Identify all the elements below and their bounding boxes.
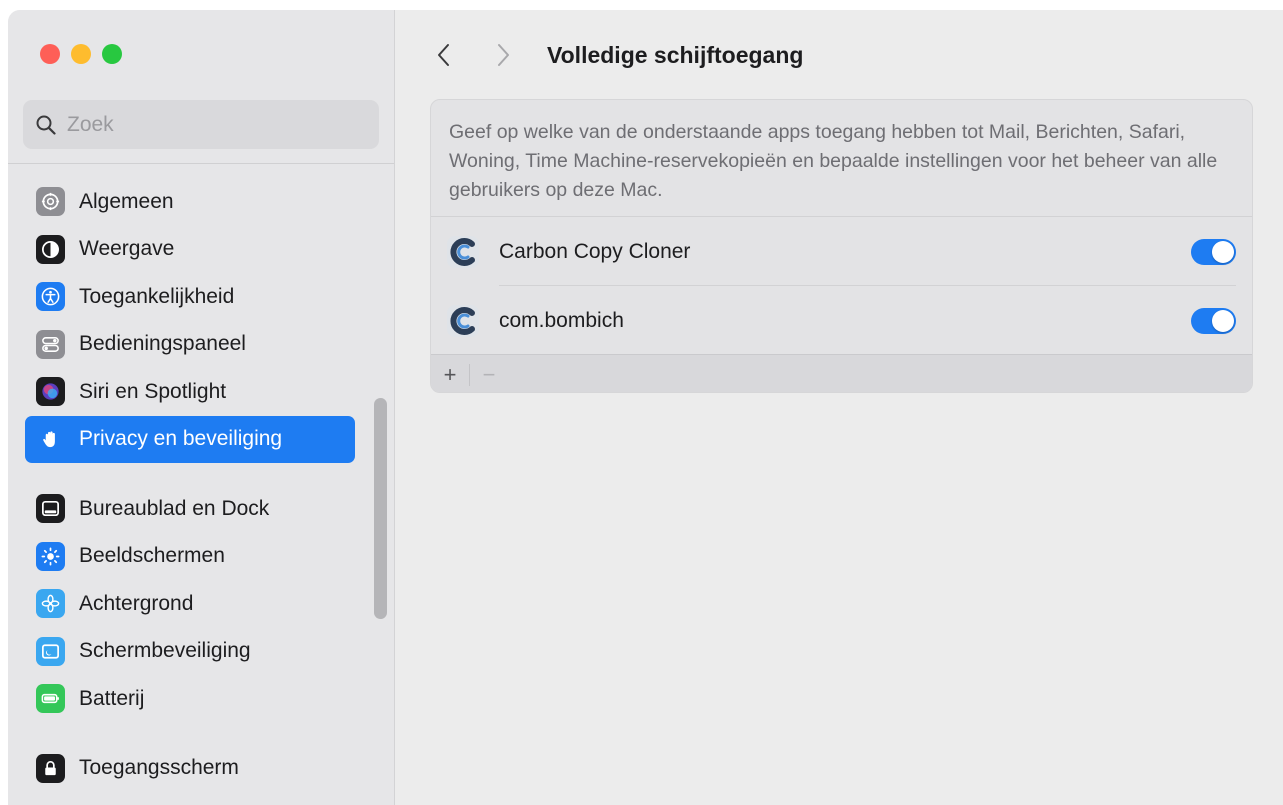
app-row: com.bombich	[431, 287, 1252, 355]
sidebar-item-label: Bedieningspaneel	[79, 332, 246, 356]
sidebar-item-batterij[interactable]: Batterij	[25, 675, 355, 723]
bombich-app-icon	[447, 305, 479, 337]
sidebar-item-label: Toegankelijkheid	[79, 284, 235, 308]
sidebar-item-toegangsscherm[interactable]: Toegangsscherm	[25, 745, 355, 793]
window-controls	[40, 44, 122, 64]
battery-icon	[36, 684, 65, 714]
sidebar-item-label: Privacy en beveiliging	[79, 427, 283, 451]
sidebar-item-siri-en-spotlight[interactable]: Siri en Spotlight	[25, 368, 355, 416]
sidebar-item-weergave[interactable]: Weergave	[25, 226, 355, 274]
chevron-right-icon	[498, 44, 509, 66]
lock-icon	[36, 753, 65, 783]
page-title: Volledige schijftoegang	[547, 42, 804, 68]
minimize-window-button[interactable]	[71, 44, 91, 64]
flower-icon	[36, 589, 65, 619]
row-divider	[499, 285, 1236, 286]
card-footer: + −	[431, 354, 1252, 393]
sidebar-item-bedieningspaneel[interactable]: Bedieningspaneel	[25, 321, 355, 369]
sidebar-item-label: Achtergrond	[79, 591, 194, 615]
sidebar-item-label: Batterij	[79, 686, 145, 710]
app-name: Carbon Copy Cloner	[499, 240, 691, 263]
screensaver-icon	[36, 636, 65, 666]
full-disk-access-card: Geef op welke van de onderstaande apps t…	[430, 99, 1253, 393]
zoom-window-button[interactable]	[102, 44, 122, 64]
sidebar-item-bureaublad-en-dock[interactable]: Bureaublad en Dock	[25, 485, 355, 533]
search-icon	[36, 115, 56, 135]
sidebar-item-label: Weergave	[79, 237, 175, 261]
sidebar-item-label: Siri en Spotlight	[79, 379, 227, 403]
back-button[interactable]	[431, 40, 457, 70]
main-pane: Volledige schijftoegang Geef op welke va…	[395, 10, 1283, 805]
add-app-button[interactable]: +	[431, 356, 469, 393]
hand-icon	[36, 424, 65, 454]
search-input[interactable]	[65, 111, 359, 138]
sidebar-item-label: Bureaublad en Dock	[79, 496, 270, 520]
sidebar-item-toegankelijkheid[interactable]: Toegankelijkheid	[25, 273, 355, 321]
card-divider	[431, 216, 1252, 217]
forward-button[interactable]	[490, 40, 516, 70]
sidebar-item-schermbeveiliging[interactable]: Schermbeveiliging	[25, 628, 355, 676]
sidebar-item-label: Beeldschermen	[79, 544, 225, 568]
sidebar-divider	[8, 163, 394, 164]
sidebar-item-privacy-en-beveiliging[interactable]: Privacy en beveiliging	[25, 415, 355, 463]
sidebar-item-beeldschermen[interactable]: Beeldschermen	[25, 533, 355, 581]
gear-icon	[36, 187, 65, 217]
sidebar-item-label: Toegangsscherm	[79, 756, 239, 780]
chevron-left-icon	[438, 44, 449, 66]
toggle-knob	[1212, 310, 1234, 332]
sidebar-item-achtergrond[interactable]: Achtergrond	[25, 580, 355, 628]
close-window-button[interactable]	[40, 44, 60, 64]
sidebar-item-label: Schermbeveiliging	[79, 639, 251, 663]
sidebar-scrollbar[interactable]	[374, 398, 387, 619]
sidebar-item-algemeen[interactable]: Algemeen	[25, 178, 355, 226]
remove-app-button[interactable]: −	[470, 356, 508, 393]
description-text: Geef op welke van de onderstaande apps t…	[449, 121, 1218, 201]
brightness-icon	[36, 541, 65, 571]
accessibility-icon	[36, 282, 65, 312]
com-bombich-toggle[interactable]	[1191, 308, 1236, 334]
carbon-copy-cloner-toggle[interactable]	[1191, 239, 1236, 265]
app-name: com.bombich	[499, 309, 624, 332]
dock-icon	[36, 494, 65, 524]
app-row: Carbon Copy Cloner	[431, 218, 1252, 286]
settings-window: Algemeen Weergave Toegankelijkheid	[8, 10, 1283, 805]
sidebar-nav: Algemeen Weergave Toegankelijkheid Bedie…	[25, 178, 355, 792]
siri-icon	[36, 377, 65, 407]
sidebar: Algemeen Weergave Toegankelijkheid	[8, 10, 395, 805]
carbon-copy-cloner-app-icon	[447, 236, 479, 268]
sidebar-item-label: Algemeen	[79, 189, 174, 213]
control-center-icon	[36, 329, 65, 359]
toggle-knob	[1212, 241, 1234, 263]
appearance-icon	[36, 234, 65, 264]
search-field[interactable]	[23, 100, 379, 149]
